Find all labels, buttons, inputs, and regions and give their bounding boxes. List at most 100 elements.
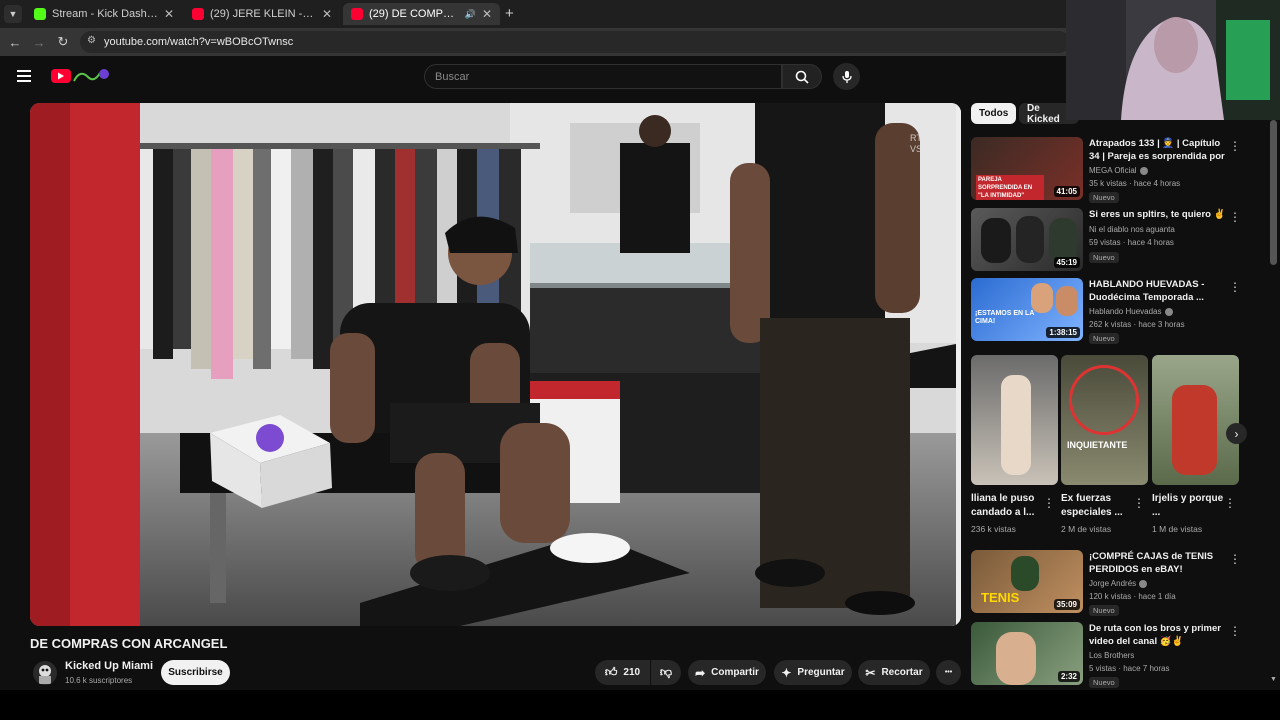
new-badge: Nuevo [1089, 677, 1119, 688]
video-thumbnail[interactable]: TENIS 35:09 [971, 550, 1083, 613]
thumbnail-text: PAREJA SORPRENDIDA EN "LA INTIMIDAD" [976, 175, 1044, 200]
duration-badge: 41:05 [1053, 186, 1080, 197]
reload-icon[interactable]: ↻ [51, 34, 75, 50]
search-placeholder: Buscar [435, 70, 470, 83]
short-views: 2 M de vistas [1061, 524, 1112, 534]
new-badge: Nuevo [1089, 605, 1119, 616]
tab-search-icon[interactable]: ▼ [4, 5, 22, 23]
like-button[interactable]: 👍︎ 210 [595, 660, 650, 685]
short-title[interactable]: Ex fuerzas especiales ... [1061, 492, 1136, 520]
voice-search-button[interactable] [833, 63, 860, 90]
related-channel[interactable]: Los Brothers [1089, 651, 1134, 660]
tab-title: Stream - Kick Dashboard [52, 8, 158, 20]
chip-todos[interactable]: Todos [971, 103, 1017, 124]
video-thumbnail[interactable]: PAREJA SORPRENDIDA EN "LA INTIMIDAD" 41:… [971, 137, 1083, 200]
ask-label: Preguntar [797, 667, 845, 678]
video-thumbnail[interactable]: 45:19 [971, 208, 1083, 271]
new-badge: Nuevo [1089, 192, 1119, 203]
related-title[interactable]: Atrapados 133 | 👮‍ | Capítulo 34 | Parej… [1089, 137, 1229, 163]
kick-favicon-icon [34, 8, 46, 20]
tab-jere-klein[interactable]: (29) JERE KLEIN - DELICTUAL (V... ✕ [184, 3, 340, 25]
share-icon: ➦ [695, 665, 706, 680]
short-title[interactable]: Irjelis y porque ... [1152, 492, 1227, 520]
related-video[interactable]: ¡ESTAMOS EN LA CIMA! 1:38:15 HABLANDO HU… [971, 278, 1256, 344]
more-options-icon[interactable]: ⋮ [1229, 624, 1241, 638]
more-options-icon[interactable]: ⋮ [1229, 210, 1241, 224]
related-video[interactable]: 2:32 De ruta con los bros y primer video… [971, 622, 1256, 688]
related-meta: 5 vistas · hace 7 horas [1089, 664, 1170, 673]
search-button[interactable] [782, 64, 822, 89]
short-thumbnail[interactable] [1152, 355, 1239, 485]
thumbs-up-icon: 👍︎ [604, 665, 618, 679]
related-channel[interactable]: Jorge Andrés [1089, 579, 1148, 588]
more-options-icon[interactable]: ⋮ [1229, 280, 1241, 294]
menu-icon[interactable] [17, 70, 31, 82]
search-input[interactable]: Buscar [424, 64, 782, 89]
rtx-vsr-watermark: RTX VSR [910, 133, 929, 154]
related-video[interactable]: PAREJA SORPRENDIDA EN "LA INTIMIDAD" 41:… [971, 137, 1256, 203]
new-tab-button[interactable]: + [505, 5, 514, 22]
related-channel[interactable]: Ni el diablo nos aguanta [1089, 225, 1175, 234]
short-views: 236 k vistas [971, 524, 1016, 534]
more-options-icon[interactable]: ⋮ [1224, 496, 1236, 510]
tab-title: (29) JERE KLEIN - DELICTUAL (V... [210, 8, 316, 20]
related-channel[interactable]: MEGA Oficial [1089, 166, 1148, 175]
youtube-logo[interactable] [50, 67, 110, 85]
video-thumbnail[interactable]: ¡ESTAMOS EN LA CIMA! 1:38:15 [971, 278, 1083, 341]
related-title[interactable]: HABLANDO HUEVADAS - Duodécima Temporada … [1089, 278, 1229, 304]
short-views: 1 M de vistas [1152, 524, 1203, 534]
new-badge: Nuevo [1089, 333, 1119, 344]
verified-icon [1139, 166, 1148, 175]
close-icon[interactable]: ✕ [164, 7, 174, 21]
video-title: DE COMPRAS CON ARCANGEL [30, 636, 228, 651]
forward-icon[interactable]: → [27, 35, 51, 50]
thumbs-down-icon: 👎︎ [659, 665, 673, 679]
more-actions-button[interactable]: ••• [936, 660, 961, 685]
scroll-down-icon[interactable]: ▼ [1270, 676, 1277, 683]
channel-avatar[interactable] [33, 661, 57, 685]
more-options-icon[interactable]: ⋮ [1043, 496, 1055, 510]
related-meta: 35 k vistas · hace 4 horas [1089, 179, 1181, 188]
video-thumbnail[interactable]: 2:32 [971, 622, 1083, 685]
duration-badge: 45:19 [1053, 257, 1080, 268]
microphone-icon [841, 70, 852, 83]
video-frame [30, 103, 961, 626]
thumbnail-text: ¡ESTAMOS EN LA CIMA! [975, 310, 1035, 325]
related-title[interactable]: Si eres un spltirs, te quiero ✌️ [1089, 208, 1229, 221]
youtube-favicon-icon [351, 8, 363, 20]
related-meta: 262 k vistas · hace 3 horas [1089, 320, 1185, 329]
related-video[interactable]: 45:19 Si eres un spltirs, te quiero ✌️ N… [971, 208, 1256, 272]
more-options-icon[interactable]: ⋮ [1229, 139, 1241, 153]
address-bar[interactable]: ⚙ youtube.com/watch?v=wBOBcOTwnsc [80, 31, 1070, 53]
clip-button[interactable]: ✂ Recortar [858, 660, 930, 685]
related-video[interactable]: TENIS 35:09 ¡COMPRÉ CAJAS de TENIS PERDI… [971, 550, 1256, 616]
url-text: youtube.com/watch?v=wBOBcOTwnsc [104, 36, 294, 48]
site-info-icon[interactable]: ⚙ [87, 35, 96, 46]
short-thumbnail[interactable]: INQUIETANTE [1061, 355, 1148, 485]
tab-kick-dashboard[interactable]: Stream - Kick Dashboard ✕ [26, 3, 182, 25]
video-player[interactable]: RTX VSR [30, 103, 961, 626]
more-options-icon[interactable]: ⋮ [1133, 496, 1145, 510]
channel-name[interactable]: Kicked Up Miami [65, 660, 153, 672]
short-thumbnail[interactable] [971, 355, 1058, 485]
webcam-overlay [1066, 0, 1280, 120]
related-channel[interactable]: Hablando Huevadas [1089, 307, 1173, 316]
short-title[interactable]: lliana le puso candado a l... [971, 492, 1046, 520]
scrollbar-thumb[interactable] [1270, 120, 1277, 265]
more-options-icon[interactable]: ⋮ [1229, 552, 1241, 566]
related-title[interactable]: ¡COMPRÉ CAJAS de TENIS PERDIDOS en eBAY! [1089, 550, 1229, 576]
chevron-right-icon[interactable]: › [1226, 423, 1247, 444]
close-icon[interactable]: ✕ [482, 7, 492, 21]
share-button[interactable]: ➦ Compartir [688, 660, 766, 685]
subscriber-count: 10.6 k suscriptores [65, 676, 133, 685]
share-label: Compartir [711, 667, 759, 678]
dislike-button[interactable]: 👎︎ [651, 660, 681, 685]
related-title[interactable]: De ruta con los bros y primer video del … [1089, 622, 1229, 648]
back-icon[interactable]: ← [3, 35, 27, 50]
tab-de-compras[interactable]: (29) DE COMPRAS CON AR... 🔊 ✕ [343, 3, 500, 25]
close-icon[interactable]: ✕ [322, 7, 332, 21]
related-meta: 59 vistas · hace 4 horas [1089, 238, 1174, 247]
speaker-icon[interactable]: 🔊 [465, 9, 476, 20]
ask-button[interactable]: ✦ Preguntar [774, 660, 852, 685]
subscribe-button[interactable]: Suscribirse [161, 660, 230, 685]
